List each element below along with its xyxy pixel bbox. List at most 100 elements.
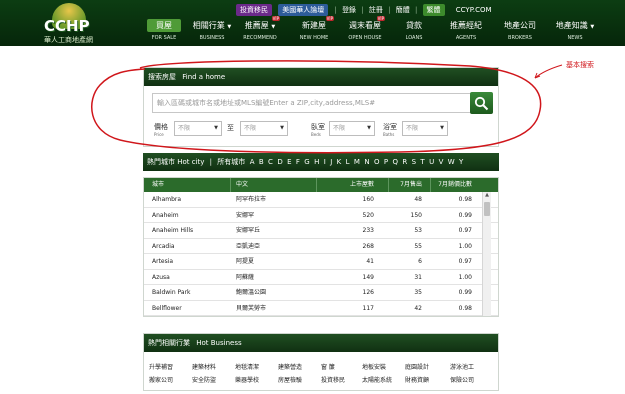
business-link[interactable]: 庭園設計	[405, 362, 429, 371]
letter-link[interactable]: F	[296, 158, 300, 166]
ccyp-link[interactable]: CCYP.COM	[456, 6, 492, 14]
letter-link[interactable]: U	[429, 158, 434, 166]
forum-link[interactable]: 美國華人論壇	[278, 4, 329, 16]
invest-immigration-link[interactable]: 投資移民	[236, 4, 272, 16]
letter-link[interactable]: H	[314, 158, 319, 166]
nav-sublabel: RECOMMEND	[243, 35, 277, 41]
search-input[interactable]: 輸入區碼或城市名或地址或MLS編號Enter a ZIP,city,addres…	[152, 93, 472, 113]
all-cities-link[interactable]: 所有城市	[217, 158, 245, 166]
column-header[interactable]: 城市	[152, 178, 164, 192]
vip-badge: VIP	[376, 16, 385, 21]
top-utility-bar: 投資移民 美國華人論壇 | 登錄 | 註冊 | 簡體 | 繁體 CCYP.COM	[236, 4, 492, 16]
letter-link[interactable]: B	[259, 158, 264, 166]
table-row[interactable]: Anaheim Hills 安娜罕丘 233 53 0.97	[144, 223, 498, 239]
table-row[interactable]: Artesia 阿提夏 41 6 0.97	[144, 254, 498, 270]
beds-select[interactable]: 不限 ▼	[329, 121, 375, 136]
letter-link[interactable]: M	[354, 158, 360, 166]
letter-link[interactable]: D	[277, 158, 282, 166]
business-link[interactable]: 地毯清潔	[235, 362, 259, 371]
business-link[interactable]: 窗 簾	[321, 362, 335, 371]
city-name-link[interactable]: Baldwin Park	[152, 285, 191, 301]
price-min-select[interactable]: 不限 ▼	[174, 121, 222, 136]
register-link[interactable]: 註冊	[369, 5, 383, 15]
letter-link[interactable]: E	[287, 158, 291, 166]
business-link[interactable]: 保險公司	[450, 375, 474, 384]
scroll-thumb[interactable]	[484, 202, 490, 216]
nav-item-recommend[interactable]: VIP 推薦屋 ▼ RECOMMEND	[236, 16, 284, 46]
search-button[interactable]	[470, 92, 493, 114]
nav-item-open-house[interactable]: VIP 週末看屋 OPEN HOUSE	[341, 16, 389, 46]
city-name-link[interactable]: Artesia	[152, 254, 173, 270]
city-name-link[interactable]: Anaheim Hills	[152, 223, 193, 239]
table-row[interactable]: Azusa 阿蘇薩 149 31 1.00	[144, 270, 498, 286]
table-row[interactable]: Alhambra 阿罕布拉市 160 48 0.98	[144, 192, 498, 208]
nav-item-news[interactable]: 地產知識 ▼ NEWS	[546, 19, 604, 46]
letter-link[interactable]: L	[346, 158, 350, 166]
scroll-up-icon[interactable]: ▲	[483, 192, 491, 200]
letter-link[interactable]: G	[304, 158, 309, 166]
table-row[interactable]: Anaheim 安娜罕 520 150 0.99	[144, 208, 498, 224]
nav-item-brokers[interactable]: 地產公司 BROKERS	[496, 19, 544, 46]
business-link[interactable]: 地板安裝	[362, 362, 386, 371]
price-label: 價格 Price	[154, 123, 168, 137]
letter-link[interactable]: C	[268, 158, 273, 166]
city-name-link[interactable]: Azusa	[152, 270, 170, 286]
column-header[interactable]: 7月售出	[392, 178, 422, 192]
simplified-chinese-link[interactable]: 簡體	[396, 5, 410, 15]
city-name-link[interactable]: Arcadia	[152, 239, 175, 255]
business-link[interactable]: 游泳池工	[450, 362, 474, 371]
hot-city-title: 熱門城市	[147, 158, 175, 166]
site-logo[interactable]: CCHP 華人工商地產網	[40, 3, 102, 45]
table-cell: 0.99	[458, 211, 472, 219]
letter-link[interactable]: R	[402, 158, 407, 166]
nav-item-agents[interactable]: 推薦經紀 AGENTS	[442, 19, 490, 46]
business-link[interactable]: 樂器學校	[235, 375, 259, 384]
business-link[interactable]: 建築營造	[278, 362, 302, 371]
city-name-link[interactable]: Anaheim	[152, 208, 179, 224]
table-cell: 160	[362, 196, 374, 203]
letter-link[interactable]: A	[250, 158, 255, 166]
letter-link[interactable]: Q	[392, 158, 398, 166]
business-link[interactable]: 升學補習	[149, 362, 173, 371]
business-link[interactable]: 安全防盜	[192, 375, 216, 384]
table-row[interactable]: Baldwin Park 鮑爾溫公園 126 35 0.99	[144, 285, 498, 301]
column-header[interactable]: 7月銷價比數	[438, 178, 472, 192]
business-link[interactable]: 房屋檢驗	[278, 375, 302, 384]
letter-link[interactable]: J	[330, 158, 332, 166]
column-header[interactable]: 中文	[236, 178, 248, 192]
letter-link[interactable]: T	[420, 158, 424, 166]
letter-link[interactable]: O	[374, 158, 380, 166]
traditional-chinese-link[interactable]: 繁體	[422, 4, 445, 16]
baths-select[interactable]: 不限 ▼	[402, 121, 448, 136]
nav-sublabel: NEW HOME	[299, 35, 329, 41]
table-scrollbar[interactable]: ▲	[482, 192, 491, 316]
nav-item-loans[interactable]: 貸款 LOANS	[390, 19, 438, 46]
table-row[interactable]: Bellflower 貝爾芙勞市 117 42 0.98	[144, 301, 498, 317]
business-link[interactable]: 財務資顧	[405, 375, 429, 384]
letter-link[interactable]: Y	[459, 158, 463, 166]
column-header[interactable]: 上市屋數	[322, 178, 374, 192]
chevron-down-icon: ▼	[440, 125, 444, 131]
letter-link[interactable]: S	[412, 158, 416, 166]
business-link[interactable]: 搬家公司	[149, 375, 173, 384]
business-link[interactable]: 太陽能系統	[362, 375, 392, 384]
letter-link[interactable]: W	[448, 158, 455, 166]
nav-item-for-sale[interactable]: 買屋 FOR SALE	[140, 19, 188, 46]
table-cell: 1.00	[458, 273, 472, 281]
letter-link[interactable]: I	[324, 158, 326, 166]
table-row[interactable]: Arcadia 亞凱迪亞 268 55 1.00	[144, 239, 498, 255]
login-link[interactable]: 登錄	[342, 5, 356, 15]
city-name-link[interactable]: Bellflower	[152, 301, 182, 317]
divider: |	[334, 6, 337, 14]
letter-link[interactable]: P	[384, 158, 388, 166]
table-cell: 35	[414, 289, 422, 296]
business-link[interactable]: 建築材料	[192, 362, 216, 371]
price-max-select[interactable]: 不限 ▼	[240, 121, 288, 136]
city-name-link[interactable]: Alhambra	[152, 192, 181, 208]
nav-item-business[interactable]: 相關行業 ▼ BUSINESS	[188, 19, 236, 46]
letter-link[interactable]: K	[337, 158, 342, 166]
letter-link[interactable]: V	[439, 158, 444, 166]
nav-item-new-home[interactable]: VIP 新建屋 NEW HOME	[290, 16, 338, 46]
business-link[interactable]: 投資移民	[321, 375, 345, 384]
letter-link[interactable]: N	[364, 158, 369, 166]
